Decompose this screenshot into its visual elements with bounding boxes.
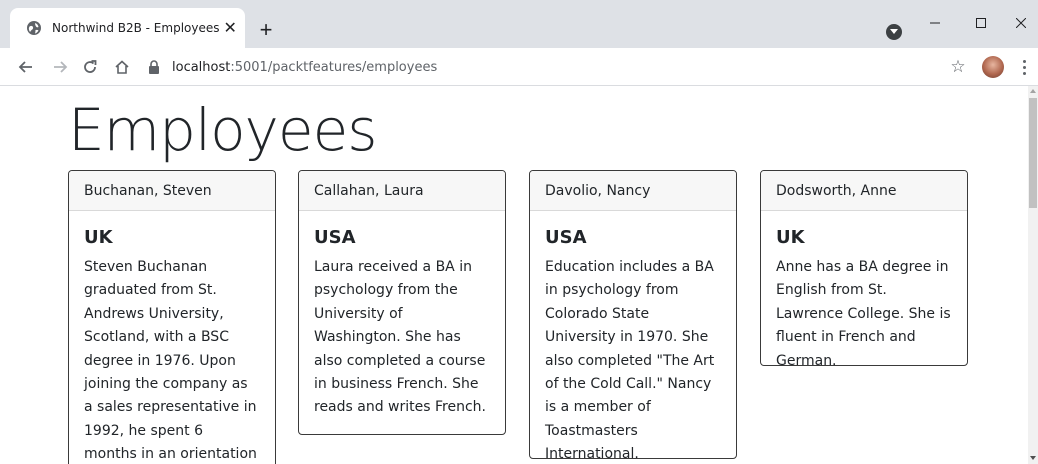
employee-country: UK	[84, 227, 113, 248]
kebab-menu-icon[interactable]	[1014, 53, 1034, 81]
avatar[interactable]	[982, 56, 1004, 78]
browser-tab[interactable]: Northwind B2B - Employees ✕	[10, 8, 245, 48]
employee-notes: Laura received a BA in psychology from t…	[314, 259, 486, 416]
employee-card: Davolio, Nancy USA Education includes a …	[529, 170, 737, 459]
page-content: Employees Buchanan, Steven UK Steven Buc…	[0, 86, 1038, 464]
globe-icon	[26, 20, 42, 36]
employee-name: Davolio, Nancy	[530, 171, 736, 211]
vertical-scrollbar[interactable]	[1028, 86, 1038, 464]
maximize-button[interactable]	[958, 8, 1004, 38]
scroll-thumb[interactable]	[1029, 98, 1037, 208]
reload-icon[interactable]	[76, 53, 104, 81]
close-window-button[interactable]	[1004, 8, 1038, 38]
employee-notes: Steven Buchanan graduated from St. Andre…	[84, 259, 257, 463]
back-arrow-icon[interactable]	[12, 53, 40, 81]
employee-name: Callahan, Laura	[299, 171, 505, 211]
url-host: localhost	[172, 59, 231, 75]
scroll-up-icon[interactable]	[1030, 89, 1036, 93]
employee-card: Dodsworth, Anne UK Anne has a BA degree …	[760, 170, 968, 366]
employee-card: Callahan, Laura USA Laura received a BA …	[298, 170, 506, 435]
tab-search-button[interactable]	[886, 24, 902, 40]
browser-toolbar: localhost:5001/packtfeatures/employees ☆	[0, 48, 1038, 86]
card-body: UK Anne has a BA degree in English from …	[761, 211, 967, 366]
card-body: UK Steven Buchanan graduated from St. An…	[69, 211, 275, 464]
tab-title: Northwind B2B - Employees	[52, 21, 220, 35]
star-icon[interactable]: ☆	[944, 53, 972, 81]
employee-name: Dodsworth, Anne	[761, 171, 967, 211]
scroll-down-icon[interactable]	[1030, 456, 1036, 460]
url-path: :5001/packtfeatures/employees	[230, 59, 438, 75]
new-tab-button[interactable]: +	[252, 16, 280, 44]
lock-icon[interactable]	[146, 59, 162, 75]
minimize-button[interactable]	[912, 8, 958, 38]
employee-notes: Education includes a BA in psychology fr…	[545, 259, 715, 459]
tab-strip: Northwind B2B - Employees ✕ +	[0, 0, 1038, 48]
address-bar[interactable]: localhost:5001/packtfeatures/employees	[140, 53, 975, 81]
employee-name: Buchanan, Steven	[69, 171, 275, 211]
card-body: USA Laura received a BA in psychology fr…	[299, 211, 505, 430]
employee-country: UK	[776, 227, 805, 248]
employee-country: USA	[314, 227, 356, 248]
forward-arrow-icon[interactable]	[46, 53, 74, 81]
card-body: USA Education includes a BA in psycholog…	[530, 211, 736, 459]
employee-card: Buchanan, Steven UK Steven Buchanan grad…	[68, 170, 276, 464]
employee-country: USA	[545, 227, 587, 248]
page-title: Employees	[68, 96, 377, 164]
url-text: localhost:5001/packtfeatures/employees	[172, 60, 437, 75]
employee-notes: Anne has a BA degree in English from St.…	[776, 259, 951, 366]
close-tab-icon[interactable]: ✕	[220, 14, 242, 42]
home-icon[interactable]	[108, 53, 136, 81]
